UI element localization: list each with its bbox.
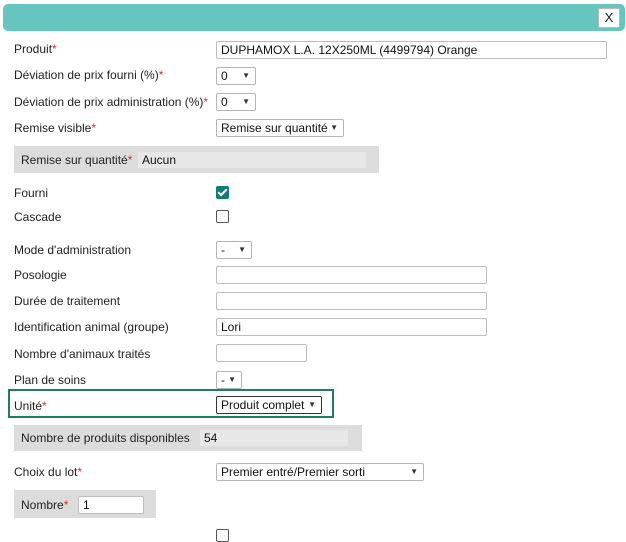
mode-admin-label: Mode d'administration [14, 243, 132, 257]
remise-visible-label: Remise visible* [14, 121, 97, 135]
produit-input[interactable]: DUPHAMOX L.A. 12X250ML (4499794) Orange [216, 41, 607, 59]
posologie-input[interactable] [216, 266, 487, 284]
identification-input[interactable]: Lori [216, 318, 487, 336]
deviation-fourni-label: Déviation de prix fourni (%)* [14, 68, 164, 82]
nombre-animaux-label: Nombre d'animaux traités [14, 347, 151, 361]
remise-panel-label: Remise sur quantité* [21, 153, 133, 167]
chevron-down-icon: ▼ [242, 97, 250, 106]
chevron-down-icon: ▼ [410, 467, 418, 476]
produit-label: Produit* [14, 42, 57, 56]
next-checkbox[interactable] [216, 529, 229, 542]
duree-input[interactable] [216, 292, 487, 310]
remise-visible-select[interactable]: Remise sur quantité ▼ [216, 119, 344, 137]
deviation-fourni-select[interactable]: 0 ▼ [216, 67, 256, 85]
unite-label: Unité* [14, 399, 47, 413]
chevron-down-icon: ▼ [308, 400, 316, 409]
unite-select[interactable]: Produit complet ▼ [216, 396, 322, 414]
fourni-label: Fourni [14, 186, 49, 200]
deviation-admin-select[interactable]: 0 ▼ [216, 93, 256, 111]
deviation-admin-label: Déviation de prix administration (%)* [14, 95, 209, 109]
identification-label: Identification animal (groupe) [14, 320, 169, 334]
nombre-panel: Nombre* 1 [14, 490, 156, 518]
cascade-checkbox[interactable] [216, 210, 229, 223]
disponibles-panel-label: Nombre de produits disponibles [21, 431, 190, 445]
mode-admin-select[interactable]: - ▼ [216, 241, 252, 259]
disponibles-panel-value: 54 [200, 430, 348, 446]
chevron-down-icon: ▼ [330, 123, 338, 132]
duree-label: Durée de traitement [14, 294, 121, 308]
choix-lot-label: Choix du lot* [14, 465, 83, 479]
nombre-panel-label: Nombre* [21, 498, 69, 512]
posologie-label: Posologie [14, 268, 67, 282]
close-button[interactable]: X [598, 8, 620, 28]
chevron-down-icon: ▼ [228, 375, 236, 384]
nombre-input[interactable]: 1 [78, 496, 144, 514]
choix-lot-select[interactable]: Premier entré/Premier sorti ▼ [216, 463, 424, 481]
cascade-label: Cascade [14, 210, 62, 224]
fourni-checkbox[interactable] [216, 186, 229, 199]
remise-panel: Remise sur quantité* Aucun [14, 146, 379, 173]
remise-panel-value: Aucun [138, 152, 366, 168]
plan-soins-label: Plan de soins [14, 373, 87, 387]
disponibles-panel: Nombre de produits disponibles 54 [14, 425, 362, 451]
chevron-down-icon: ▼ [242, 71, 250, 80]
plan-soins-select[interactable]: - ▼ [216, 371, 242, 389]
chevron-down-icon: ▼ [238, 245, 246, 254]
nombre-animaux-input[interactable] [216, 344, 307, 362]
dialog-titlebar: X [3, 4, 625, 31]
